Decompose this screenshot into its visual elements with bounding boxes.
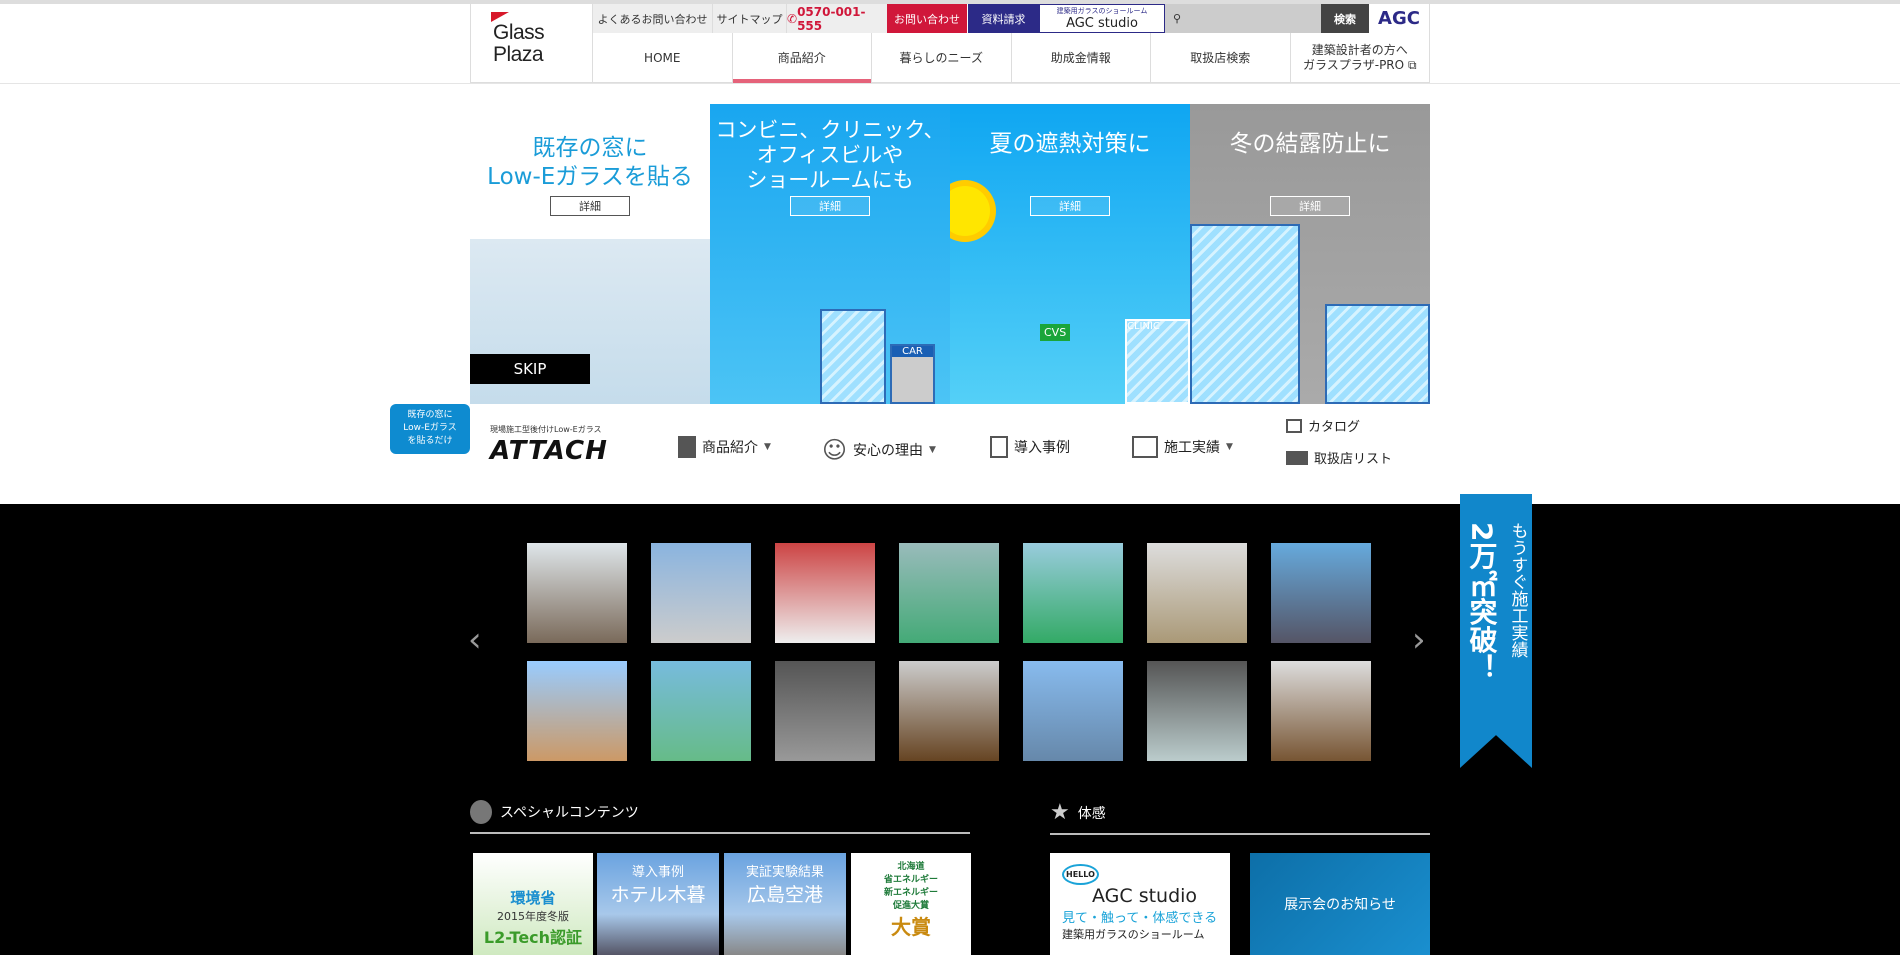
gallery-thumbnail[interactable] — [1147, 661, 1247, 761]
nav-needs[interactable]: 暮らしのニーズ — [872, 33, 1012, 83]
header-divider — [0, 83, 1900, 84]
gallery-thumbnail[interactable] — [1023, 543, 1123, 643]
sitemap-link[interactable]: サイトマップ — [713, 4, 787, 33]
gallery-thumbnail[interactable] — [651, 543, 751, 643]
caret-down-icon: ▼ — [764, 442, 771, 452]
nav-products[interactable]: 商品紹介 — [732, 33, 872, 83]
document-icon — [990, 436, 1008, 458]
product-icon — [678, 436, 696, 458]
utility-bar: よくあるお問い合わせ サイトマップ ✆ 0570-001-555 お問い合わせ 資… — [593, 4, 1429, 33]
hero-panel-commercial[interactable]: コンビニ、クリニック、 オフィスビルや ショールームにも 詳細 CAR — [710, 104, 950, 404]
gallery-thumbnail[interactable] — [527, 661, 627, 761]
gallery-thumbnail[interactable] — [775, 543, 875, 643]
gallery-prev-button[interactable]: ‹ — [468, 620, 482, 660]
car-dealership-illustration: CAR — [890, 344, 935, 404]
gallery-thumbnail[interactable] — [899, 661, 999, 761]
subnav-products[interactable]: 商品紹介 ▼ — [678, 436, 771, 458]
agc-studio-card[interactable]: HELLO AGC studio 見て・触って・体感できる 建築用ガラスのショー… — [1050, 853, 1230, 955]
special-card-l2tech[interactable]: 環境省 2015年度冬版 L2-Tech認証 — [473, 853, 593, 955]
star-icon: ★ — [1050, 800, 1070, 825]
sun-icon — [950, 186, 990, 236]
hero-panel-winter[interactable]: 冬の結露防止に 詳細 — [1190, 104, 1430, 404]
gallery-thumbnail[interactable] — [775, 661, 875, 761]
search-icon: ⚲ — [1173, 12, 1182, 25]
search-box: ⚲ — [1165, 4, 1321, 33]
special-card-airport[interactable]: 実証実験結果 広島空港 — [724, 853, 846, 955]
hero-slider: 既存の窓に Low-Eガラスを貼る 詳細 SKIP コンビニ、クリニック、 オフィス… — [470, 104, 1430, 404]
special-card-hotel[interactable]: 導入事例 ホテル木暮 — [597, 853, 719, 955]
contact-button[interactable]: お問い合わせ — [887, 4, 967, 33]
gallery-thumbnail[interactable] — [651, 661, 751, 761]
special-card-award[interactable]: 北海道 省エネルギー 新エネルギー 促進大賞 大賞 — [851, 853, 971, 955]
window-icon — [1132, 436, 1158, 458]
nav-subsidy[interactable]: 助成金情報 — [1012, 33, 1151, 83]
nav-pro[interactable]: 建築設計者の方へ ガラスプラザ-PRO ⧉ — [1291, 33, 1430, 83]
gallery-thumbnail[interactable] — [1023, 661, 1123, 761]
faq-link[interactable]: よくあるお問い合わせ — [593, 4, 713, 33]
clinic-illustration: CLINIC — [1125, 319, 1190, 404]
gallery-next-button[interactable]: › — [1412, 620, 1426, 660]
skip-button[interactable]: SKIP — [470, 354, 590, 384]
medal-icon — [470, 800, 492, 824]
hero-panel-summer[interactable]: 夏の遮熱対策に 詳細 CVS CLINIC — [950, 104, 1190, 404]
main-nav: HOME 商品紹介 暮らしのニーズ 助成金情報 取扱店検索 建築設計者の方へ ガラ… — [593, 33, 1429, 83]
building-illustration — [820, 309, 886, 404]
phone-icon: ✆ — [787, 11, 798, 26]
subnav-stores[interactable]: 取扱店リスト — [1286, 448, 1392, 467]
experience-heading: ★ 体感 — [1050, 800, 1430, 835]
detail-button[interactable]: 詳細 — [790, 196, 870, 216]
smiley-icon: ☺ — [822, 436, 848, 464]
phone-link[interactable]: ✆ 0570-001-555 — [787, 4, 887, 33]
detail-button[interactable]: 詳細 — [550, 196, 630, 216]
gallery-thumbnail[interactable] — [899, 543, 999, 643]
gallery-thumbnail[interactable] — [527, 543, 627, 643]
nav-store-search[interactable]: 取扱店検索 — [1151, 33, 1291, 83]
subnav-cases[interactable]: 導入事例 — [990, 436, 1070, 458]
store-icon — [1286, 450, 1308, 465]
achievement-ribbon[interactable]: もうすぐ施工実績 2万㎡突破！ — [1460, 494, 1532, 768]
site-header: Glass Plaza よくあるお問い合わせ サイトマップ ✆ 0570-001-… — [470, 4, 1430, 83]
exhibition-card[interactable]: 展示会のお知らせ — [1250, 853, 1430, 955]
search-input[interactable] — [1181, 11, 1302, 26]
attach-subnav: 既存の窓に Low-Eガラス を貼るだけ 現場施工型後付けLow-Eガラス ATTA… — [390, 404, 1430, 504]
caret-down-icon: ▼ — [929, 445, 936, 455]
caret-down-icon: ▼ — [1226, 442, 1233, 452]
search-button[interactable]: 検索 — [1321, 4, 1369, 33]
gallery-thumbnail[interactable] — [1271, 661, 1371, 761]
building-illustration — [1190, 224, 1300, 404]
docs-request-button[interactable]: 資料請求 — [967, 4, 1039, 33]
attach-logo[interactable]: ATTACH — [490, 436, 608, 466]
detail-button[interactable]: 詳細 — [1030, 196, 1110, 216]
catalog-icon — [1286, 418, 1302, 433]
subnav-results[interactable]: 施工実績 ▼ — [1132, 436, 1233, 458]
hero-panel-retrofit[interactable]: 既存の窓に Low-Eガラスを貼る 詳細 SKIP — [470, 104, 710, 404]
attach-bubble: 既存の窓に Low-Eガラス を貼るだけ — [390, 404, 470, 454]
glass-plaza-logo[interactable]: Glass Plaza — [471, 4, 593, 83]
car-dealership-illustration — [1325, 304, 1430, 404]
gallery-thumbnail[interactable] — [1271, 543, 1371, 643]
detail-button[interactable]: 詳細 — [1270, 196, 1350, 216]
agc-studio-link[interactable]: 建築用ガラスのショールーム AGC studio — [1039, 4, 1165, 33]
external-link-icon: ⧉ — [1407, 58, 1417, 72]
special-contents-heading: スペシャルコンテンツ — [470, 800, 970, 834]
gallery-thumbnail[interactable] — [1147, 543, 1247, 643]
subnav-reasons[interactable]: ☺ 安心の理由 ▼ — [822, 436, 936, 464]
agc-logo[interactable]: AGC — [1369, 4, 1429, 33]
nav-home[interactable]: HOME — [593, 33, 733, 83]
subnav-catalog[interactable]: カタログ — [1286, 416, 1360, 435]
